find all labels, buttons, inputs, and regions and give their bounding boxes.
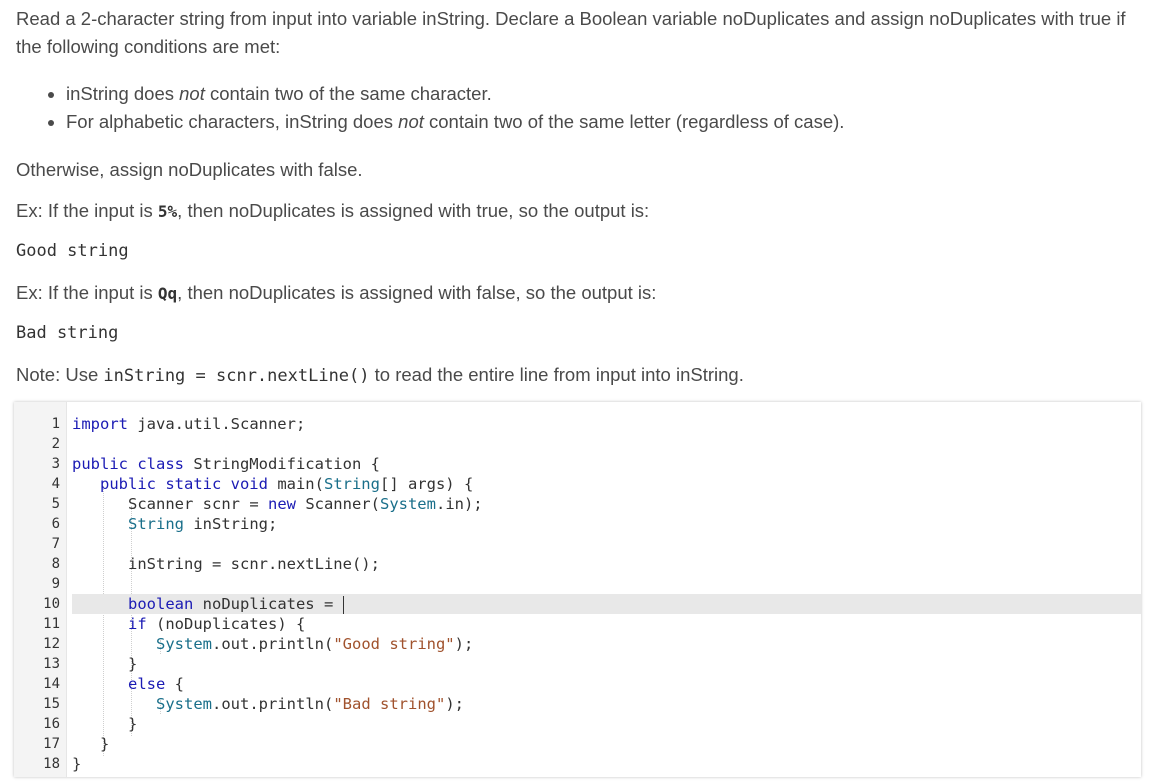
- code-line[interactable]: }: [72, 754, 1141, 774]
- line-number: 5: [51, 496, 60, 512]
- conditions-list: inString does not contain two of the sam…: [46, 80, 844, 136]
- code-line[interactable]: }: [72, 734, 1141, 754]
- code-line[interactable]: if (noDuplicates) {: [72, 614, 1141, 634]
- code-line[interactable]: }: [72, 714, 1141, 734]
- code-line[interactable]: System.out.println("Bad string");: [72, 694, 1141, 714]
- code-line[interactable]: }: [72, 654, 1141, 674]
- line-number: 2: [51, 436, 60, 452]
- example-1-output: Good string: [16, 241, 129, 261]
- line-number: 8: [51, 556, 60, 572]
- line-number: 9: [51, 576, 60, 592]
- otherwise-text: Otherwise, assign noDuplicates with fals…: [16, 159, 363, 180]
- condition-item: For alphabetic characters, inString does…: [66, 108, 844, 136]
- code-line[interactable]: import java.util.Scanner;: [72, 414, 1141, 434]
- code-line[interactable]: else {: [72, 674, 1141, 694]
- line-number: 1: [51, 416, 60, 432]
- line-number: 11: [43, 616, 60, 632]
- line-number: 12: [43, 636, 60, 652]
- problem-page: Read a 2-character string from input int…: [0, 0, 1152, 783]
- condition-item: inString does not contain two of the sam…: [66, 80, 844, 108]
- example-2-text: Ex: If the input is Qq, then noDuplicate…: [16, 282, 657, 303]
- line-number: 18: [43, 756, 60, 772]
- line-number: 7: [51, 536, 60, 552]
- code-editor[interactable]: 1 2 3 4 5 6 7 8 9 10 11 12 13 14 15 16 1…: [14, 402, 1141, 777]
- code-line[interactable]: String inString;: [72, 514, 1141, 534]
- code-line[interactable]: inString = scnr.nextLine();: [72, 554, 1141, 574]
- line-number: 14: [43, 676, 60, 692]
- line-number: 4: [51, 476, 60, 492]
- line-number: 15: [43, 696, 60, 712]
- code-line[interactable]: Scanner scnr = new Scanner(System.in);: [72, 494, 1141, 514]
- problem-intro: Read a 2-character string from input int…: [16, 8, 1126, 57]
- code-line[interactable]: System.out.println("Good string");: [72, 634, 1141, 654]
- code-line[interactable]: [72, 574, 1141, 594]
- code-line-active[interactable]: boolean noDuplicates =: [72, 594, 1141, 614]
- note-text: Note: Use inString = scnr.nextLine() to …: [16, 364, 744, 386]
- line-number: 13: [43, 656, 60, 672]
- text-cursor: [342, 595, 344, 614]
- line-number-gutter: 1 2 3 4 5 6 7 8 9 10 11 12 13 14 15 16 1…: [14, 402, 67, 777]
- line-number: 3: [51, 456, 60, 472]
- example-1-text: Ex: If the input is 5%, then noDuplicate…: [16, 200, 650, 221]
- code-line[interactable]: public class StringModification {: [72, 454, 1141, 474]
- line-number: 6: [51, 516, 60, 532]
- example-2-output: Bad string: [16, 323, 119, 343]
- line-number: 16: [43, 716, 60, 732]
- code-line[interactable]: [72, 434, 1141, 454]
- line-number: 10: [43, 596, 60, 612]
- code-line[interactable]: [72, 534, 1141, 554]
- code-line[interactable]: public static void main(String[] args) {: [72, 474, 1141, 494]
- line-number: 17: [43, 736, 60, 752]
